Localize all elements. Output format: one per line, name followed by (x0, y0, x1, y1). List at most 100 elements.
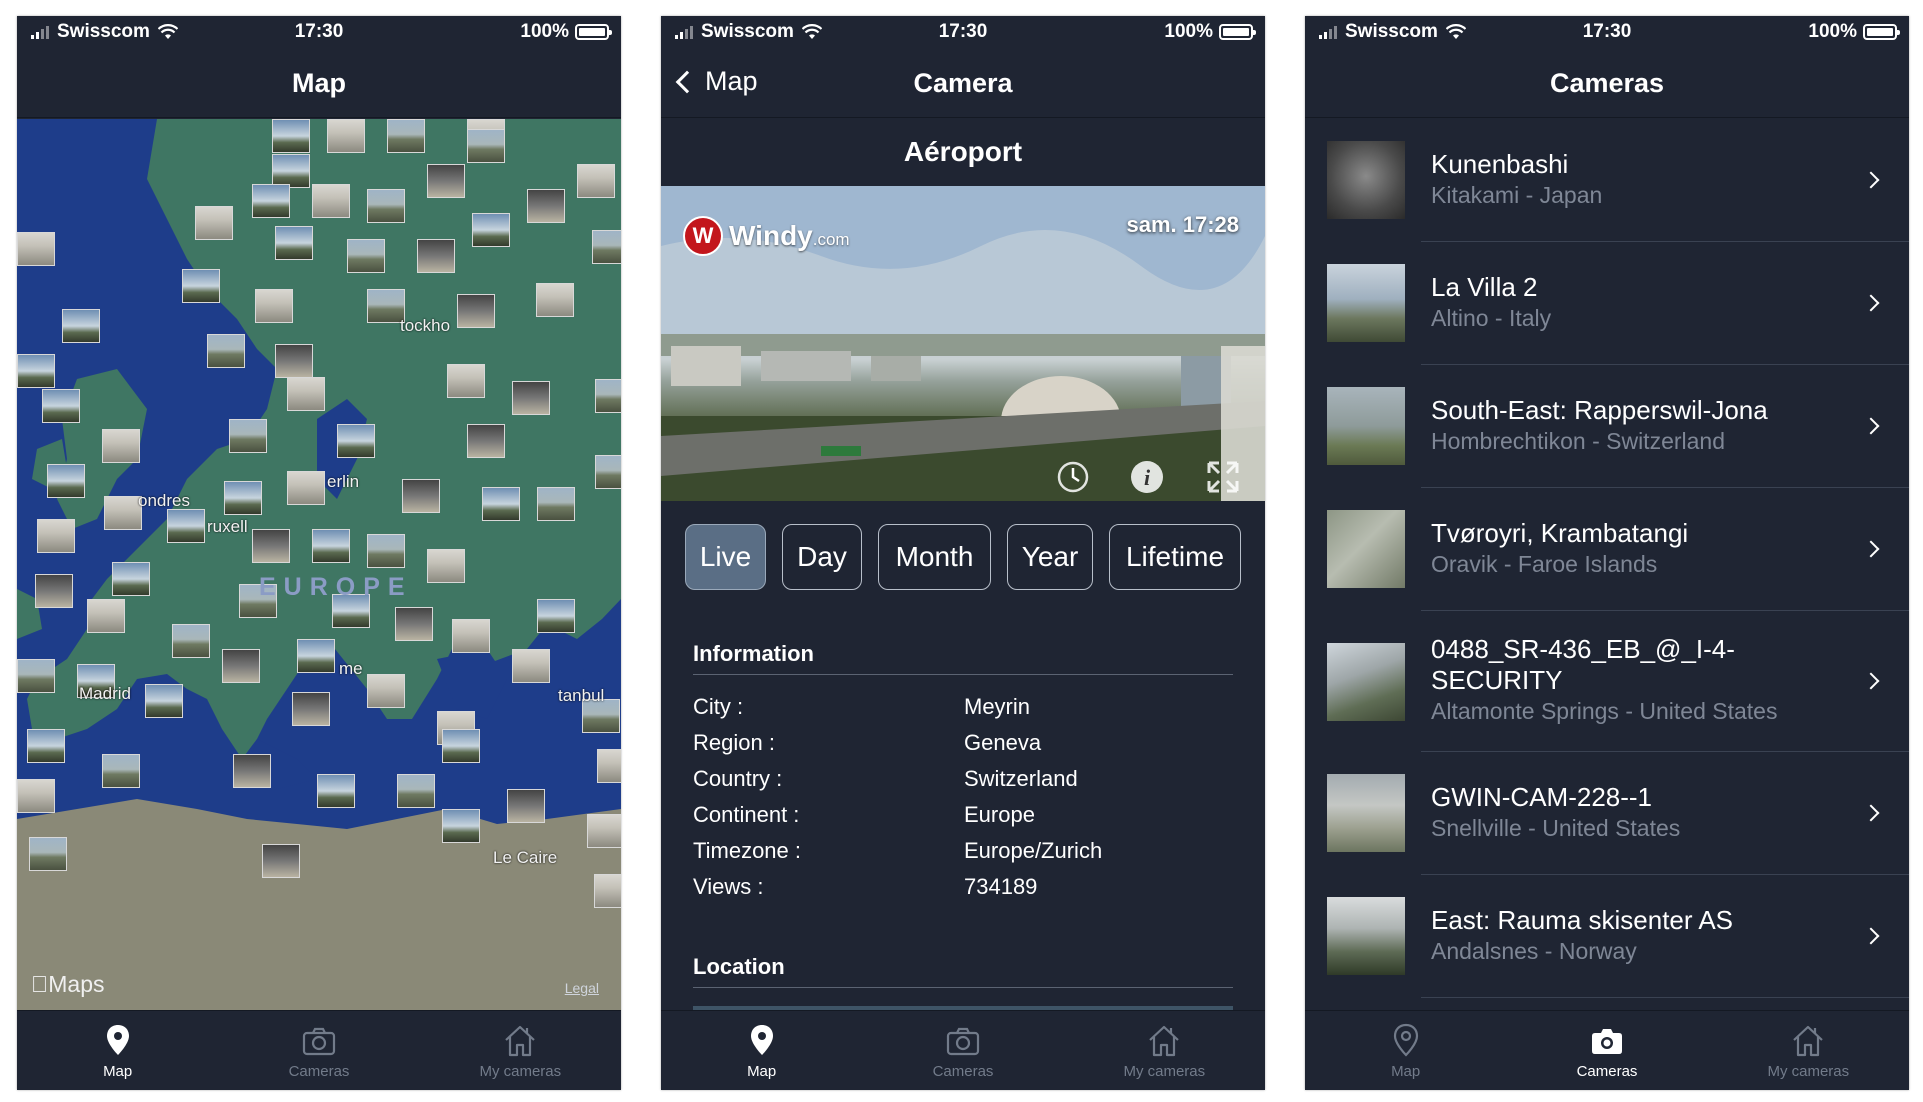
camera-marker[interactable] (29, 837, 67, 871)
camera-list-item[interactable]: East: Rauma skisenter AS Andalsnes - Nor… (1305, 875, 1909, 998)
camera-marker[interactable] (167, 509, 205, 543)
camera-marker[interactable] (512, 381, 550, 415)
camera-marker[interactable] (536, 283, 574, 317)
camera-marker[interactable] (102, 754, 140, 788)
tab-my-cameras[interactable]: My cameras (420, 1011, 621, 1090)
camera-list-item[interactable]: 0488_SR-436_EB_@_I-4-SECURITY Altamonte … (1305, 611, 1909, 752)
tab-map[interactable]: Map (661, 1011, 862, 1090)
camera-marker[interactable] (472, 213, 510, 247)
camera-marker[interactable] (427, 549, 465, 583)
camera-marker[interactable] (347, 239, 385, 273)
camera-marker[interactable] (457, 294, 495, 328)
camera-marker[interactable] (42, 389, 80, 423)
camera-marker[interactable] (112, 562, 150, 596)
camera-marker[interactable] (17, 354, 55, 388)
camera-marker[interactable] (297, 639, 335, 673)
camera-marker[interactable] (397, 774, 435, 808)
tab-my-cameras[interactable]: My cameras (1064, 1011, 1265, 1090)
camera-marker[interactable] (367, 674, 405, 708)
camera-live-image[interactable]: W Windy.com sam. 17:28 i (661, 186, 1265, 501)
camera-marker[interactable] (327, 119, 365, 153)
camera-marker[interactable] (587, 814, 621, 848)
camera-list-item[interactable]: Kunenbashi Kitakami - Japan (1305, 119, 1909, 242)
map-view[interactable]: tockho erlin ondres ruxell EUROPE Madrid… (17, 119, 621, 1010)
camera-marker[interactable] (207, 334, 245, 368)
camera-marker[interactable] (287, 377, 325, 411)
camera-marker[interactable] (527, 189, 565, 223)
camera-marker[interactable] (172, 624, 210, 658)
camera-marker[interactable] (427, 164, 465, 198)
camera-marker[interactable] (507, 789, 545, 823)
camera-marker[interactable] (292, 692, 330, 726)
camera-marker[interactable] (272, 119, 310, 153)
camera-marker[interactable] (195, 206, 233, 240)
period-year-button[interactable]: Year (1007, 524, 1093, 590)
camera-marker[interactable] (577, 164, 615, 198)
camera-marker[interactable] (337, 424, 375, 458)
history-clock-icon[interactable] (1053, 457, 1093, 497)
camera-marker[interactable] (37, 519, 75, 553)
camera-marker[interactable] (537, 487, 575, 521)
tab-map[interactable]: Map (1305, 1011, 1506, 1090)
tab-map[interactable]: Map (17, 1011, 218, 1090)
camera-marker[interactable] (47, 464, 85, 498)
camera-marker[interactable] (104, 496, 142, 530)
camera-marker[interactable] (102, 429, 140, 463)
tab-cameras[interactable]: Cameras (218, 1011, 419, 1090)
camera-marker[interactable] (452, 619, 490, 653)
camera-marker[interactable] (367, 534, 405, 568)
camera-marker[interactable] (442, 729, 480, 763)
period-day-button[interactable]: Day (782, 524, 862, 590)
camera-marker[interactable] (275, 344, 313, 378)
legal-link[interactable]: Legal (565, 980, 599, 996)
camera-marker[interactable] (312, 184, 350, 218)
camera-marker[interactable] (145, 684, 183, 718)
camera-marker[interactable] (17, 779, 55, 813)
camera-marker[interactable] (447, 364, 485, 398)
camera-list-item[interactable]: Tvøroyri, Krambatangi Oravik - Faroe Isl… (1305, 488, 1909, 611)
camera-marker[interactable] (222, 649, 260, 683)
camera-marker[interactable] (312, 529, 350, 563)
camera-marker[interactable] (442, 809, 480, 843)
camera-marker[interactable] (467, 424, 505, 458)
camera-list-item[interactable]: South-East: Rapperswil-Jona Hombrechtiko… (1305, 365, 1909, 488)
period-lifetime-button[interactable]: Lifetime (1109, 524, 1241, 590)
camera-marker[interactable] (595, 455, 621, 489)
camera-marker[interactable] (224, 481, 262, 515)
camera-marker[interactable] (27, 729, 65, 763)
camera-marker[interactable] (367, 189, 405, 223)
camera-marker[interactable] (387, 119, 425, 153)
camera-marker[interactable] (592, 230, 621, 264)
camera-list-item[interactable]: GWIN-CAM-228--1 Snellville - United Stat… (1305, 752, 1909, 875)
camera-marker[interactable] (595, 379, 621, 413)
camera-list-item[interactable]: La Villa 2 Altino - Italy (1305, 242, 1909, 365)
period-month-button[interactable]: Month (878, 524, 991, 590)
camera-marker[interactable] (17, 232, 55, 266)
camera-marker[interactable] (252, 184, 290, 218)
camera-marker[interactable] (417, 239, 455, 273)
camera-marker[interactable] (229, 419, 267, 453)
camera-marker[interactable] (482, 487, 520, 521)
camera-marker[interactable] (17, 659, 55, 693)
camera-marker[interactable] (512, 649, 550, 683)
tab-my-cameras[interactable]: My cameras (1708, 1011, 1909, 1090)
info-icon[interactable]: i (1127, 457, 1167, 497)
camera-marker[interactable] (594, 874, 621, 908)
period-live-button[interactable]: Live (685, 524, 766, 590)
camera-marker[interactable] (317, 774, 355, 808)
tab-cameras[interactable]: Cameras (862, 1011, 1063, 1090)
camera-marker[interactable] (62, 309, 100, 343)
camera-marker[interactable] (395, 607, 433, 641)
camera-marker[interactable] (597, 749, 621, 783)
camera-marker[interactable] (252, 529, 290, 563)
camera-marker[interactable] (287, 471, 325, 505)
camera-marker[interactable] (255, 289, 293, 323)
camera-marker[interactable] (262, 844, 300, 878)
camera-marker[interactable] (233, 754, 271, 788)
camera-marker[interactable] (467, 129, 505, 163)
camera-marker[interactable] (35, 574, 73, 608)
tab-cameras[interactable]: Cameras (1506, 1011, 1707, 1090)
camera-marker[interactable] (275, 226, 313, 260)
camera-marker[interactable] (402, 479, 440, 513)
camera-marker[interactable] (272, 154, 310, 188)
